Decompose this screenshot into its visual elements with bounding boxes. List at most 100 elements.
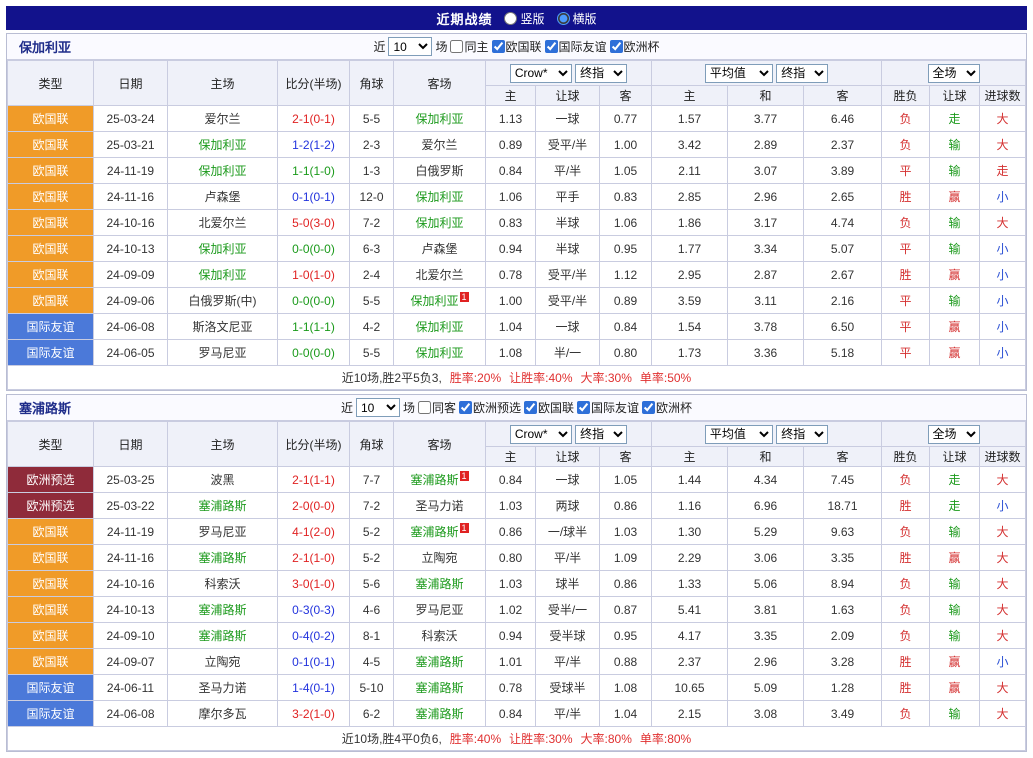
asian-handicap-line: 受平/半 xyxy=(536,132,600,158)
asian-away-odds: 0.95 xyxy=(600,236,652,262)
col-goals-result: 进球数 xyxy=(980,447,1026,467)
match-row: 欧国联25-03-24爱尔兰2-1(0-1)5-5保加利亚1.13一球0.771… xyxy=(8,106,1026,132)
euro-average-select[interactable]: 平均值 xyxy=(705,64,773,83)
euro-draw-odds: 3.34 xyxy=(728,236,804,262)
asian-handicap-line: 两球 xyxy=(536,493,600,519)
team-label: 立陶宛 xyxy=(204,655,240,669)
euro-home-odds: 1.30 xyxy=(652,519,728,545)
filter-competition[interactable]: 欧国联 xyxy=(524,399,574,416)
filter-checkbox[interactable] xyxy=(545,40,558,53)
team-label: 塞浦路斯 xyxy=(198,551,246,565)
team-label: 保加利亚 xyxy=(198,138,246,152)
filter-competition[interactable]: 欧洲杯 xyxy=(610,38,660,55)
layout-horizontal-option[interactable]: 横版 xyxy=(557,10,597,27)
asian-home-odds: 1.06 xyxy=(486,184,536,210)
match-row: 欧国联25-03-21保加利亚1-2(1-2)2-3爱尔兰0.89受平/半1.0… xyxy=(8,132,1026,158)
filter-checkbox[interactable] xyxy=(524,401,537,414)
goals-outcome: 大 xyxy=(980,571,1026,597)
match-score: 0-4(0-2) xyxy=(278,623,350,649)
team-label: 圣马力诺 xyxy=(198,681,246,695)
col-type: 类型 xyxy=(8,422,94,467)
filter-label: 欧洲预选 xyxy=(473,399,521,416)
asian-home-odds: 0.84 xyxy=(486,701,536,727)
match-date: 24-06-11 xyxy=(94,675,168,701)
asian-home-odds: 0.94 xyxy=(486,236,536,262)
away-team: 塞浦路斯 xyxy=(394,701,486,727)
games-label: 场 xyxy=(435,38,447,55)
asian-final-select[interactable]: 终指 xyxy=(575,64,627,83)
home-team: 保加利亚 xyxy=(168,132,278,158)
asian-handicap-line: 平/半 xyxy=(536,545,600,571)
filter-checkbox[interactable] xyxy=(450,40,463,53)
summary-stat: 让胜率:40% xyxy=(509,371,572,385)
match-row: 欧国联24-09-10塞浦路斯0-4(0-2)8-1科索沃0.94受半球0.95… xyxy=(8,623,1026,649)
asian-handicap-line: 半球 xyxy=(536,210,600,236)
asian-home-odds: 0.84 xyxy=(486,467,536,493)
bookmaker-select[interactable]: Crow* xyxy=(510,425,572,444)
euro-draw-odds: 2.89 xyxy=(728,132,804,158)
fullmatch-select[interactable]: 全场 xyxy=(928,425,980,444)
team-label: 圣马力诺 xyxy=(415,499,463,513)
corner-count: 8-1 xyxy=(350,623,394,649)
competition-badge: 欧国联 xyxy=(8,106,94,132)
horizontal-radio-label: 横版 xyxy=(573,10,597,27)
result-outcome: 平 xyxy=(882,340,930,366)
filter-competition[interactable]: 欧洲预选 xyxy=(459,399,521,416)
filter-competition[interactable]: 欧洲杯 xyxy=(642,399,692,416)
match-date: 24-06-05 xyxy=(94,340,168,366)
filter-checkbox[interactable] xyxy=(492,40,505,53)
handicap-outcome: 输 xyxy=(930,132,980,158)
bookmaker-select[interactable]: Crow* xyxy=(510,64,572,83)
filter-checkbox[interactable] xyxy=(642,401,655,414)
asian-away-odds: 0.89 xyxy=(600,288,652,314)
col-goals-result: 进球数 xyxy=(980,86,1026,106)
horizontal-radio[interactable] xyxy=(557,12,570,25)
red-card-badge: 1 xyxy=(460,471,469,481)
team-label: 爱尔兰 xyxy=(421,138,457,152)
fullmatch-select[interactable]: 全场 xyxy=(928,64,980,83)
asian-odds-controls: Crow* 终指 xyxy=(486,422,652,447)
filter-same-venue[interactable]: 同客 xyxy=(418,399,456,416)
col-handicap-result: 让球 xyxy=(930,86,980,106)
euro-draw-odds: 2.96 xyxy=(728,184,804,210)
recent-count-select[interactable]: 10 xyxy=(356,398,400,417)
euro-average-select[interactable]: 平均值 xyxy=(705,425,773,444)
match-score: 1-4(0-1) xyxy=(278,675,350,701)
corner-count: 7-2 xyxy=(350,210,394,236)
filter-checkbox[interactable] xyxy=(610,40,623,53)
layout-vertical-option[interactable]: 竖版 xyxy=(504,10,544,27)
away-team: 北爱尔兰 xyxy=(394,262,486,288)
euro-final-select[interactable]: 终指 xyxy=(776,64,828,83)
home-team: 保加利亚 xyxy=(168,158,278,184)
vertical-radio[interactable] xyxy=(504,12,517,25)
col-home: 主场 xyxy=(168,422,278,467)
team-label: 保加利亚 xyxy=(410,294,458,308)
handicap-outcome: 走 xyxy=(930,106,980,132)
filter-checkbox[interactable] xyxy=(418,401,431,414)
asian-home-odds: 1.04 xyxy=(486,314,536,340)
filter-competition[interactable]: 国际友谊 xyxy=(577,399,639,416)
goals-outcome: 大 xyxy=(980,675,1026,701)
euro-final-select[interactable]: 终指 xyxy=(776,425,828,444)
recent-count-select[interactable]: 10 xyxy=(388,37,432,56)
home-team: 罗马尼亚 xyxy=(168,340,278,366)
team-label: 斯洛文尼亚 xyxy=(192,320,252,334)
col-euro-home: 主 xyxy=(652,86,728,106)
asian-home-odds: 0.94 xyxy=(486,623,536,649)
away-team: 塞浦路斯 xyxy=(394,649,486,675)
corner-count: 5-5 xyxy=(350,340,394,366)
col-handicap-result: 让球 xyxy=(930,447,980,467)
asian-away-odds: 0.77 xyxy=(600,106,652,132)
team-name: 保加利亚 xyxy=(19,37,71,56)
filter-checkbox[interactable] xyxy=(577,401,590,414)
corner-count: 12-0 xyxy=(350,184,394,210)
filter-competition[interactable]: 欧国联 xyxy=(492,38,542,55)
filter-competition[interactable]: 国际友谊 xyxy=(545,38,607,55)
asian-handicap-line: 受平/半 xyxy=(536,288,600,314)
filter-same-venue[interactable]: 同主 xyxy=(450,38,488,55)
filter-checkbox[interactable] xyxy=(459,401,472,414)
euro-draw-odds: 2.96 xyxy=(728,649,804,675)
asian-away-odds: 1.06 xyxy=(600,210,652,236)
home-team: 科索沃 xyxy=(168,571,278,597)
asian-final-select[interactable]: 终指 xyxy=(575,425,627,444)
